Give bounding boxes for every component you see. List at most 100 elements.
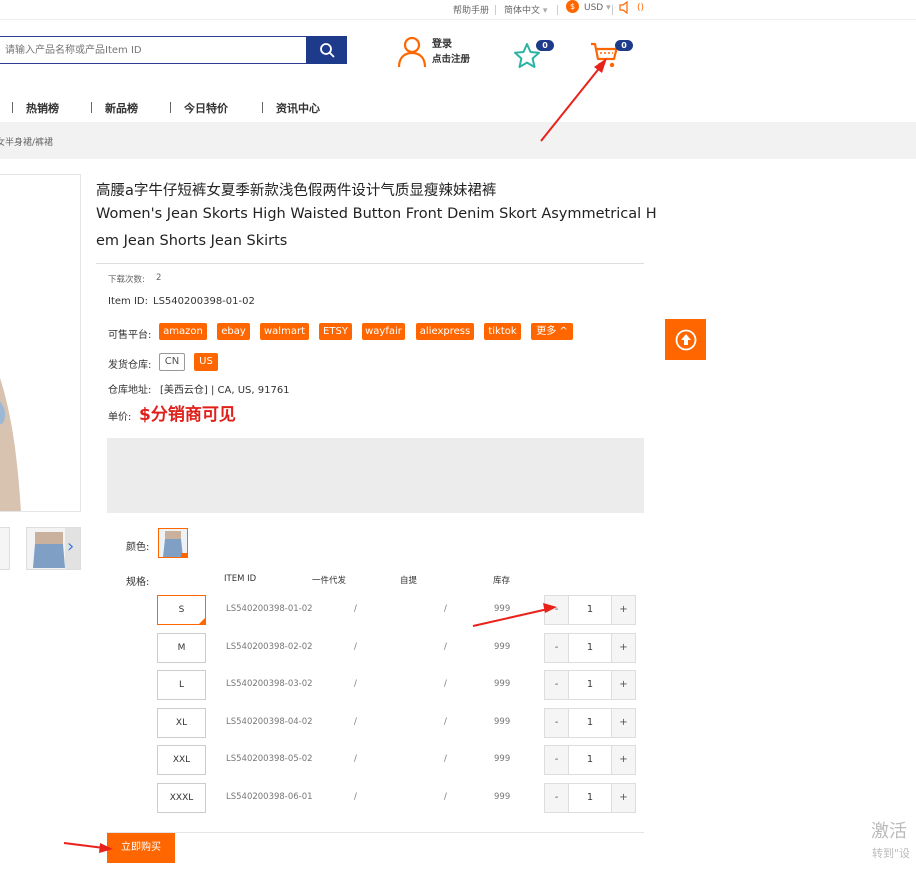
decrement-button[interactable]: - — [545, 784, 569, 812]
size-option-l[interactable]: L — [157, 670, 206, 700]
platform-tag-etsy[interactable]: ETSY — [319, 323, 352, 340]
spec-dropship: / — [354, 642, 357, 652]
quantity-stepper: - 1 + — [544, 745, 636, 775]
more-platforms-button[interactable]: 更多 ^ — [531, 323, 573, 340]
address-value: [美西云仓] | CA, US, 91761 — [160, 385, 290, 396]
currency-select[interactable]: USD ▾ — [584, 3, 611, 13]
size-option-xxl[interactable]: XXL — [157, 745, 206, 775]
spec-pickup: / — [444, 754, 447, 764]
platform-tag-aliexpress[interactable]: aliexpress — [416, 323, 474, 340]
breadcrumb[interactable]: 女半身裙/裤裙 — [0, 135, 53, 148]
product-title-cn: 高腰a字牛仔短裤女夏季新款浅色假两件设计气质显瘦辣妹裙裤 — [96, 183, 497, 199]
favorites-badge: 0 — [536, 40, 554, 51]
warehouse-us-option[interactable]: US — [194, 353, 218, 371]
nav-item-news[interactable]: 资讯中心 — [276, 100, 320, 116]
selected-corner-icon — [198, 617, 206, 625]
thumbnail[interactable]: › — [26, 527, 81, 570]
dollar-icon: $ — [566, 0, 579, 13]
spec-stock: 999 — [494, 604, 511, 614]
spec-stock: 999 — [494, 679, 511, 689]
top-bar: 帮助手册 简体中文 ▾ $ USD ▾ () — [0, 0, 916, 20]
decrement-button[interactable]: - — [545, 746, 569, 774]
color-label: 颜色: — [126, 542, 150, 553]
search-button[interactable] — [306, 36, 347, 64]
placeholder-panel — [107, 438, 644, 513]
platform-tag-ebay[interactable]: ebay — [217, 323, 250, 340]
user-icon[interactable] — [396, 35, 428, 69]
register-link[interactable]: 点击注册 — [432, 51, 470, 65]
quantity-input[interactable]: 1 — [569, 746, 611, 774]
spec-stock: 999 — [494, 717, 511, 727]
size-option-xl[interactable]: XL — [157, 708, 206, 738]
activation-watermark: 激活 — [871, 821, 907, 842]
chevron-right-icon[interactable]: › — [67, 536, 74, 557]
arrow-up-icon — [675, 329, 696, 350]
nav-divider — [91, 102, 92, 113]
quantity-input[interactable]: 1 — [569, 671, 611, 699]
nav-item-hot[interactable]: 热销榜 — [26, 100, 59, 116]
product-photo — [0, 175, 80, 511]
search-box — [0, 36, 308, 64]
increment-button[interactable]: + — [611, 634, 635, 662]
thumbnail[interactable] — [0, 527, 10, 570]
spec-pickup: / — [444, 642, 447, 652]
increment-button[interactable]: + — [611, 784, 635, 812]
quantity-input[interactable]: 1 — [569, 709, 611, 737]
spec-stock: 999 — [494, 642, 511, 652]
price-label: 单价: — [108, 412, 132, 423]
quantity-input[interactable]: 1 — [569, 784, 611, 812]
language-select[interactable]: 简体中文 ▾ — [504, 3, 547, 16]
decrement-button[interactable]: - — [545, 634, 569, 662]
spec-stock: 999 — [494, 792, 511, 802]
spec-item-id: LS540200398-03-02 — [226, 679, 313, 689]
item-id-label: Item ID: — [108, 296, 148, 307]
quantity-stepper: - 1 + — [544, 783, 636, 813]
size-option-xxxl[interactable]: XXXL — [157, 783, 206, 813]
spec-label: 规格: — [126, 577, 150, 588]
quantity-stepper: - 1 + — [544, 633, 636, 663]
increment-button[interactable]: + — [611, 746, 635, 774]
quantity-stepper: - 1 + — [544, 670, 636, 700]
search-input[interactable] — [0, 37, 307, 63]
back-to-top-button[interactable] — [665, 319, 706, 360]
warehouse-label: 发货仓库: — [108, 360, 152, 371]
header-stock: 库存 — [493, 576, 511, 586]
size-option-m[interactable]: M — [157, 633, 206, 663]
language-label: 简体中文 — [504, 6, 541, 16]
table-row: L LS540200398-03-02 / / 999 - 1 + — [0, 670, 916, 700]
table-row: XXXL LS540200398-06-01 / / 999 - 1 + — [0, 783, 916, 813]
spec-dropship: / — [354, 717, 357, 727]
quantity-input[interactable]: 1 — [569, 634, 611, 662]
table-row: M LS540200398-02-02 / / 999 - 1 + — [0, 633, 916, 663]
cart-badge: 0 — [615, 40, 633, 51]
color-swatch[interactable] — [158, 528, 188, 558]
chevron-down-icon: ▾ — [542, 6, 548, 16]
platform-tag-tiktok[interactable]: tiktok — [484, 323, 521, 340]
login-link[interactable]: 登录 — [432, 35, 452, 50]
product-main-image — [0, 174, 81, 512]
breadcrumb-bar — [0, 122, 916, 159]
divider — [495, 5, 496, 15]
nav-item-new[interactable]: 新品榜 — [105, 100, 138, 116]
increment-button[interactable]: + — [611, 709, 635, 737]
speaker-icon[interactable] — [619, 1, 633, 14]
increment-button[interactable]: + — [611, 596, 635, 624]
buy-now-button[interactable]: 立即购买 — [107, 833, 175, 863]
address-label: 仓库地址: — [108, 385, 152, 396]
platform-tag-wayfair[interactable]: wayfair — [362, 323, 405, 340]
spec-dropship: / — [354, 604, 357, 614]
chevron-down-icon: ▾ — [606, 3, 611, 13]
increment-button[interactable]: + — [611, 671, 635, 699]
help-link[interactable]: 帮助手册 — [453, 3, 489, 16]
warehouse-cn-option[interactable]: CN — [159, 353, 185, 371]
decrement-button[interactable]: - — [545, 671, 569, 699]
quantity-input[interactable]: 1 — [569, 596, 611, 624]
platform-tag-walmart[interactable]: walmart — [260, 323, 309, 340]
quantity-stepper: - 1 + — [544, 595, 636, 625]
nav-divider — [170, 102, 171, 113]
spec-pickup: / — [444, 717, 447, 727]
nav-item-deals[interactable]: 今日特价 — [184, 100, 228, 116]
decrement-button[interactable]: - — [545, 596, 569, 624]
decrement-button[interactable]: - — [545, 709, 569, 737]
platform-tag-amazon[interactable]: amazon — [159, 323, 207, 340]
